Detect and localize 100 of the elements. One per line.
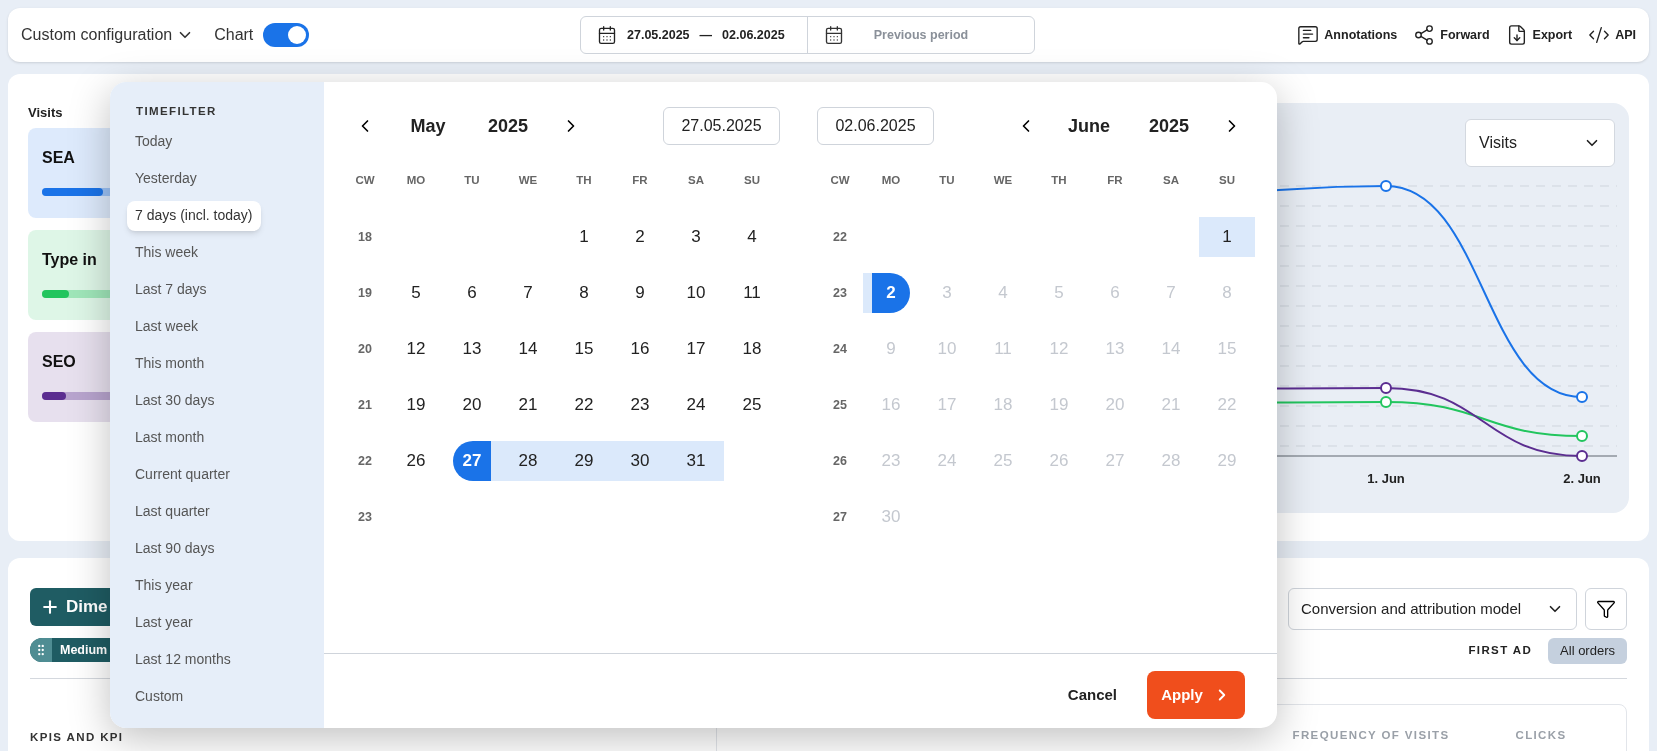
weekday-label: SA: [687, 173, 705, 189]
preset-item[interactable]: Last 90 days: [127, 533, 223, 564]
calendar-day[interactable]: 23: [620, 385, 660, 425]
calendar-day[interactable]: 2: [620, 217, 660, 257]
calendar-day[interactable]: 3: [676, 217, 716, 257]
preset-item[interactable]: Last quarter: [127, 496, 218, 527]
cancel-button[interactable]: Cancel: [1067, 683, 1117, 707]
calendar-day[interactable]: 4: [732, 217, 772, 257]
filter-button[interactable]: [1585, 588, 1627, 630]
calendar-day[interactable]: 8: [564, 273, 604, 313]
preset-item[interactable]: Yesterday: [127, 163, 205, 194]
year-label: 2025: [1147, 114, 1190, 138]
calendar-day[interactable]: 10: [676, 273, 716, 313]
plus-icon: [40, 597, 60, 617]
toolbar-action[interactable]: Export: [1505, 24, 1573, 46]
orders-chip[interactable]: All orders: [1548, 638, 1627, 664]
calendar-day[interactable]: 6: [452, 273, 492, 313]
calendar-day[interactable]: 18: [732, 329, 772, 369]
add-dimension-button[interactable]: Dime: [30, 588, 112, 626]
calendar-day[interactable]: 12: [396, 329, 436, 369]
month-name: May: [409, 114, 447, 138]
week-number: 21: [357, 396, 373, 414]
preset-item[interactable]: Today: [127, 126, 181, 157]
calendar-day[interactable]: 7: [508, 273, 548, 313]
weekday-label: MO: [880, 173, 902, 189]
weekday-label: TU: [938, 173, 956, 189]
preset-item[interactable]: Last 12 months: [127, 644, 239, 675]
channel-card[interactable]: SEA: [28, 128, 110, 218]
configuration-dropdown[interactable]: Custom configuration: [21, 23, 195, 47]
attribution-model-dropdown[interactable]: Conversion and attribution model: [1288, 588, 1577, 630]
preset-item[interactable]: Last week: [127, 311, 207, 342]
channel-name: Type in: [42, 250, 97, 270]
weekday-label: CW: [354, 173, 376, 189]
weekday-label: SA: [1162, 173, 1180, 189]
week-number: 18: [357, 228, 373, 246]
month-name: June: [1067, 114, 1111, 138]
calendar-day[interactable]: 20: [452, 385, 492, 425]
channel-name: SEA: [42, 148, 75, 168]
weekday-label: TU: [463, 173, 481, 189]
calendar-day[interactable]: 17: [676, 329, 716, 369]
preset-item[interactable]: This week: [127, 237, 207, 268]
weekday-label: MO: [405, 173, 427, 189]
weekday-label: WE: [992, 173, 1014, 189]
calendar-day[interactable]: 14: [508, 329, 548, 369]
channel-card[interactable]: Type in: [28, 230, 110, 320]
date-input[interactable]: 02.06.2025: [817, 107, 934, 145]
timefilter-title: TIMEFILTER: [135, 104, 218, 119]
week-number: 26: [832, 452, 848, 470]
toolbar-action[interactable]: Forward: [1413, 24, 1490, 46]
date-input[interactable]: 27.05.2025: [663, 107, 780, 145]
calendar-day[interactable]: 2: [872, 273, 910, 313]
week-number: 23: [357, 508, 373, 526]
toolbar-action[interactable]: Annotations: [1297, 24, 1398, 46]
calendar-day[interactable]: 24: [676, 385, 716, 425]
calendar-day[interactable]: 15: [564, 329, 604, 369]
preset-item[interactable]: Last 7 days: [127, 274, 215, 305]
chart-toggle[interactable]: [263, 23, 310, 47]
column-header: FREQUENCY OF VISITS: [1291, 728, 1451, 743]
preset-item[interactable]: 7 days (incl. today): [127, 200, 261, 231]
calendar-day[interactable]: 13: [452, 329, 492, 369]
weekday-label: TH: [575, 173, 593, 189]
preset-item[interactable]: Last month: [127, 422, 213, 453]
calendar-day[interactable]: 11: [732, 273, 772, 313]
section-heading: KPIS AND KPI: [30, 730, 124, 745]
metric-dropdown[interactable]: Visits: [1465, 119, 1615, 167]
week-number: 22: [357, 452, 373, 470]
preset-item[interactable]: Last 30 days: [127, 385, 223, 416]
calendar-day[interactable]: 1: [564, 217, 604, 257]
channel-card[interactable]: SEO: [28, 332, 110, 422]
preset-item[interactable]: This month: [127, 348, 213, 379]
calendar-day[interactable]: 9: [620, 273, 660, 313]
preset-item[interactable]: Custom: [127, 681, 192, 712]
week-number: 23: [832, 284, 848, 302]
preset-item[interactable]: This year: [127, 570, 201, 601]
week-number: 22: [832, 228, 848, 246]
weekday-label: SU: [1218, 173, 1236, 189]
week-number: 25: [832, 396, 848, 414]
panel-title: Visits: [28, 104, 63, 121]
axis-label: 2. Jun: [1563, 471, 1601, 486]
calendar-day[interactable]: 27: [453, 441, 491, 481]
weekday-label: TH: [1050, 173, 1068, 189]
dimension-chip[interactable]: Medium: [30, 638, 112, 662]
week-number: 24: [832, 340, 848, 358]
weekday-label: FR: [631, 173, 649, 189]
calendar-day[interactable]: 19: [396, 385, 436, 425]
calendar-day[interactable]: 5: [396, 273, 436, 313]
toolbar-action[interactable]: API: [1588, 24, 1636, 46]
calendar-day[interactable]: 21: [508, 385, 548, 425]
weekday-label: CW: [829, 173, 851, 189]
apply-button[interactable]: Apply: [1147, 671, 1245, 719]
calendar-day[interactable]: 25: [732, 385, 772, 425]
model-label: FIRST AD: [1468, 643, 1533, 659]
calendar-day[interactable]: 22: [564, 385, 604, 425]
preset-item[interactable]: Last year: [127, 607, 201, 638]
calendar-day[interactable]: 26: [396, 441, 436, 481]
week-number: 19: [357, 284, 373, 302]
date-range-button[interactable]: 27.05.2025 — 02.06.2025: [581, 17, 808, 53]
calendar-icon: [824, 25, 844, 45]
preset-item[interactable]: Current quarter: [127, 459, 238, 490]
calendar-day[interactable]: 16: [620, 329, 660, 369]
